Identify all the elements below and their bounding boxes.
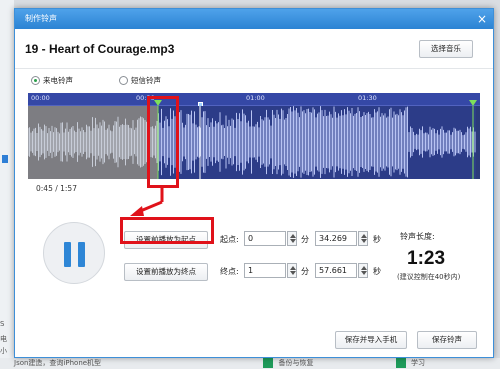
background-fragment: 电 — [0, 335, 7, 343]
background-fragment: S — [0, 320, 5, 328]
waveform-graphic — [28, 106, 476, 179]
ruler-label: 01:00 — [246, 94, 265, 102]
dialog-titlebar: 制作铃声 × — [15, 9, 493, 29]
radio-checked-icon — [31, 76, 40, 85]
background-blue-marker — [2, 155, 8, 163]
choose-music-button[interactable]: 选择音乐 — [419, 40, 473, 58]
start-label: 起点: — [220, 235, 239, 244]
radio-sms[interactable]: 短信铃声 — [119, 75, 161, 86]
radio-incoming-call[interactable]: 来电铃声 — [31, 75, 73, 86]
start-seconds-spinner[interactable] — [358, 231, 368, 246]
background-bottom-strip: Json​建造，查询iPhone机型 备份与恢复 学习 — [0, 358, 500, 369]
save-and-import-button[interactable]: 保存并导入手机 — [335, 331, 407, 349]
file-name: 19 - Heart of Courage.mp3 — [25, 42, 175, 56]
save-ringtone-button[interactable]: 保存铃声 — [417, 331, 477, 349]
background-green-icon — [263, 358, 274, 368]
ruler-label: 01:30 — [358, 94, 377, 102]
background-bottom-text: 备份与恢复 — [278, 359, 314, 367]
waveform-editor[interactable]: 00:00 00:30 01:00 01:30 — [28, 93, 480, 179]
background-bottom-text: Json​建造，查询iPhone机型 — [14, 359, 102, 367]
end-label: 终点: — [220, 267, 239, 276]
background-bottom-text: 学习 — [411, 359, 425, 367]
ringtone-length-value: 1:23 — [407, 248, 446, 269]
ruler-label: 00:00 — [31, 94, 50, 102]
start-sec-unit: 秒 — [373, 235, 381, 244]
background-app-sidebar — [0, 0, 14, 369]
close-icon[interactable]: × — [477, 9, 487, 29]
ringtone-length-hint: (建议控制在40秒内) — [397, 273, 461, 281]
pause-icon — [78, 242, 85, 267]
end-minutes-input[interactable]: 1 — [244, 263, 286, 278]
set-end-button[interactable]: 设置前播放为终点 — [124, 263, 208, 281]
annotation-box-button — [120, 217, 214, 244]
end-seconds-spinner[interactable] — [358, 263, 368, 278]
background-green-icon — [395, 358, 406, 368]
start-minutes-input[interactable]: 0 — [244, 231, 286, 246]
dialog-title: 制作铃声 — [25, 14, 57, 23]
end-sec-unit: 秒 — [373, 267, 381, 276]
radio-label: 来电铃声 — [43, 76, 73, 85]
end-seconds-input[interactable]: 57.661 — [315, 263, 357, 278]
start-min-unit: 分 — [301, 235, 309, 244]
start-seconds-input[interactable]: 34.269 — [315, 231, 357, 246]
file-row: 19 - Heart of Courage.mp3 选择音乐 — [15, 29, 493, 69]
time-ruler: 00:00 00:30 01:00 01:30 — [28, 93, 480, 106]
radio-label: 短信铃声 — [131, 76, 161, 85]
pause-icon — [64, 242, 71, 267]
ringtone-length-label: 铃声长度: — [400, 232, 435, 241]
make-ringtone-dialog: 制作铃声 × 19 - Heart of Courage.mp3 选择音乐 来电… — [14, 8, 494, 358]
pause-button[interactable] — [43, 222, 105, 284]
annotation-box-waveform — [147, 96, 179, 188]
start-minutes-spinner[interactable] — [287, 231, 297, 246]
radio-unchecked-icon — [119, 76, 128, 85]
end-min-unit: 分 — [301, 267, 309, 276]
end-minutes-spinner[interactable] — [287, 263, 297, 278]
playback-position: 0:45 / 1:57 — [36, 184, 77, 193]
background-fragment: 小 — [0, 347, 7, 355]
